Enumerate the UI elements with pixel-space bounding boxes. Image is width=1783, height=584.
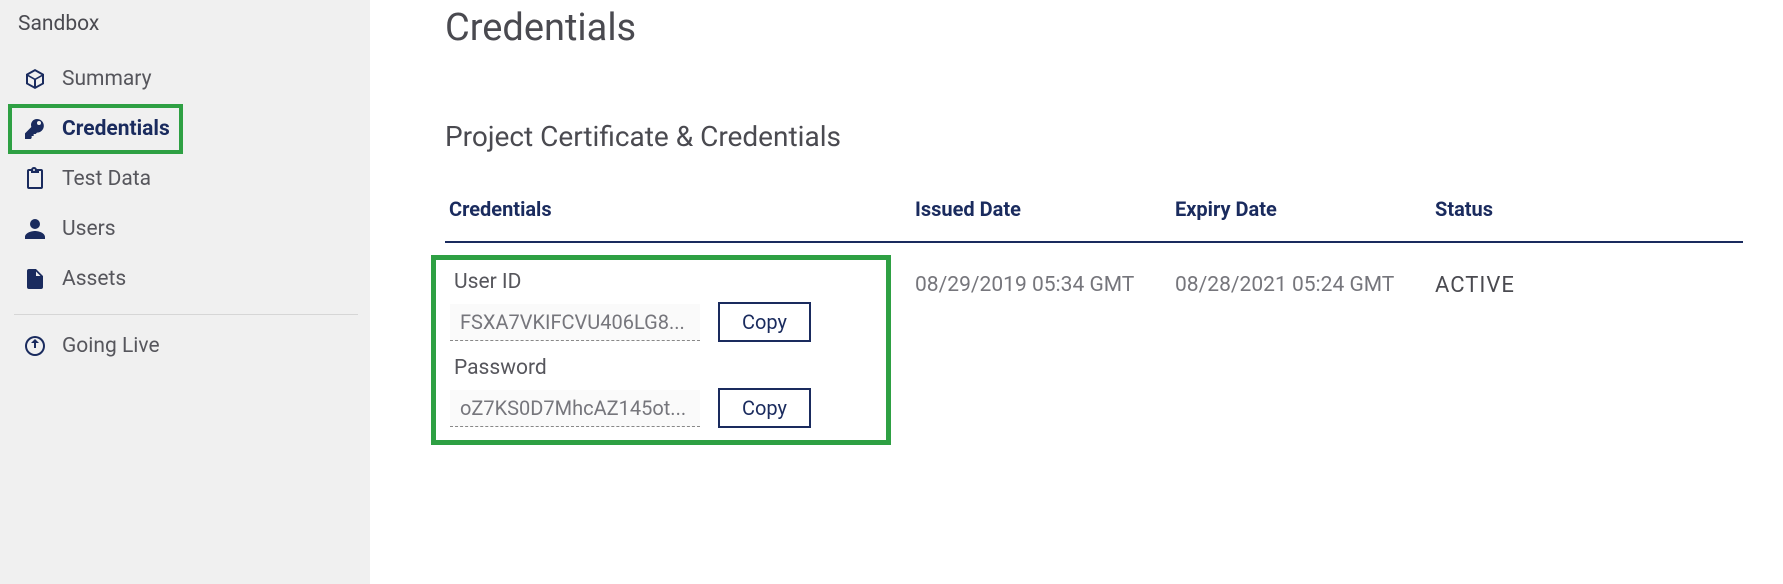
copy-password-button[interactable]: Copy [718, 388, 811, 428]
copy-user-id-button[interactable]: Copy [718, 302, 811, 342]
user-id-field: User ID FSXA7VKIFCVU406LG8... Copy [450, 270, 866, 342]
password-label: Password [450, 356, 866, 380]
col-header-credentials: Credentials [445, 197, 915, 221]
sidebar-item-label: Test Data [62, 167, 151, 191]
sidebar-item-label: Summary [62, 67, 152, 91]
sidebar-item-label: Users [62, 217, 116, 241]
sidebar-item-credentials[interactable]: Credentials [12, 108, 179, 150]
col-header-expiry: Expiry Date [1175, 197, 1435, 221]
section-title: Project Certificate & Credentials [445, 120, 1743, 153]
password-value[interactable]: oZ7KS0D7MhcAZ145ot... [450, 390, 700, 427]
page-title: Credentials [445, 6, 1743, 50]
sidebar-item-label: Going Live [62, 334, 160, 358]
credentials-cell: User ID FSXA7VKIFCVU406LG8... Copy Passw… [445, 267, 915, 445]
credentials-highlight-box: User ID FSXA7VKIFCVU406LG8... Copy Passw… [431, 255, 891, 445]
upload-circle-icon [22, 333, 48, 359]
sidebar-item-summary[interactable]: Summary [8, 54, 370, 104]
user-id-value[interactable]: FSXA7VKIFCVU406LG8... [450, 304, 700, 341]
user-id-label: User ID [450, 270, 866, 294]
sidebar-item-users[interactable]: Users [8, 204, 370, 254]
col-header-status: Status [1435, 197, 1743, 221]
sidebar-item-label: Assets [62, 267, 126, 291]
sidebar-item-going-live[interactable]: Going Live [8, 321, 370, 371]
sidebar: Sandbox Summary Credentials Test Data Us… [0, 0, 370, 584]
main-content: Credentials Project Certificate & Creden… [370, 0, 1783, 584]
col-header-issued: Issued Date [915, 197, 1175, 221]
expiry-date-cell: 08/28/2021 05:24 GMT [1175, 267, 1435, 445]
cube-icon [22, 66, 48, 92]
issued-date-cell: 08/29/2019 05:34 GMT [915, 267, 1175, 445]
user-icon [22, 216, 48, 242]
sidebar-item-label: Credentials [62, 117, 170, 141]
status-cell: ACTIVE [1435, 267, 1743, 445]
sidebar-item-assets[interactable]: Assets [8, 254, 370, 304]
sidebar-divider [14, 314, 358, 315]
file-icon [22, 266, 48, 292]
sidebar-item-highlight: Credentials [8, 104, 183, 154]
clipboard-icon [22, 166, 48, 192]
key-icon [22, 116, 48, 142]
sidebar-item-test-data[interactable]: Test Data [8, 154, 370, 204]
sidebar-header: Sandbox [8, 8, 370, 54]
table-header-row: Credentials Issued Date Expiry Date Stat… [445, 197, 1743, 243]
password-field: Password oZ7KS0D7MhcAZ145ot... Copy [450, 356, 866, 428]
table-row: User ID FSXA7VKIFCVU406LG8... Copy Passw… [445, 243, 1743, 445]
